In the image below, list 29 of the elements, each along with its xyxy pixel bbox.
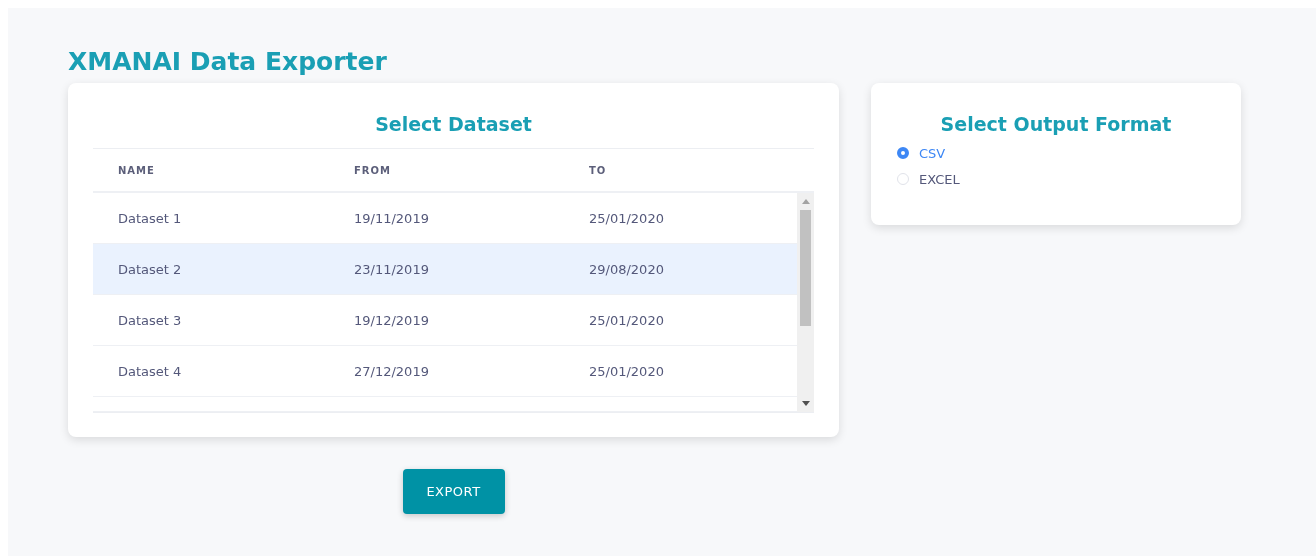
table-row[interactable]: Dataset 4 27/12/2019 25/01/2020 bbox=[93, 346, 797, 397]
scrollbar-thumb[interactable] bbox=[800, 210, 811, 326]
table-cell-text: Dataset 2 bbox=[117, 261, 183, 277]
table-cell-text: 25/01/2020 bbox=[588, 312, 664, 328]
card-title: Select Dataset bbox=[93, 108, 814, 149]
table-cell-text: 23/11/2019 bbox=[353, 261, 430, 277]
scroll-up-icon[interactable] bbox=[801, 199, 810, 204]
column-header: NAME bbox=[117, 164, 156, 176]
table-row[interactable]: Dataset 2 23/11/2019 29/08/2020 bbox=[93, 244, 797, 295]
option-label[interactable]: CSV bbox=[919, 145, 946, 161]
table-cell-text: 29/08/2020 bbox=[588, 261, 664, 277]
card-title: Select Output Format bbox=[939, 112, 1173, 137]
page-title: XMANAI Data Exporter bbox=[68, 46, 388, 78]
column-header: TO bbox=[588, 164, 607, 176]
table-cell-text: 27/12/2019 bbox=[353, 363, 430, 379]
scroll-down-icon[interactable] bbox=[801, 401, 810, 406]
table-cell-text: Dataset 1 bbox=[117, 210, 183, 226]
table-row[interactable]: Dataset 3 19/12/2019 25/01/2020 bbox=[93, 295, 797, 346]
table-cell-text: Dataset 3 bbox=[117, 312, 183, 328]
table-cell-text: 25/01/2020 bbox=[588, 363, 664, 379]
table-cell-text: 19/12/2019 bbox=[353, 312, 430, 328]
table-cell-text: 19/11/2019 bbox=[353, 210, 430, 226]
column-header: FROM bbox=[353, 164, 392, 176]
export-button[interactable]: EXPORT bbox=[402, 469, 505, 514]
table-cell-text: 25/01/2020 bbox=[588, 210, 664, 226]
radio-button[interactable] bbox=[897, 147, 909, 159]
option-label[interactable]: EXCEL bbox=[919, 171, 960, 187]
scrollbar[interactable] bbox=[797, 193, 814, 412]
table-cell-text: Dataset 4 bbox=[117, 363, 183, 379]
